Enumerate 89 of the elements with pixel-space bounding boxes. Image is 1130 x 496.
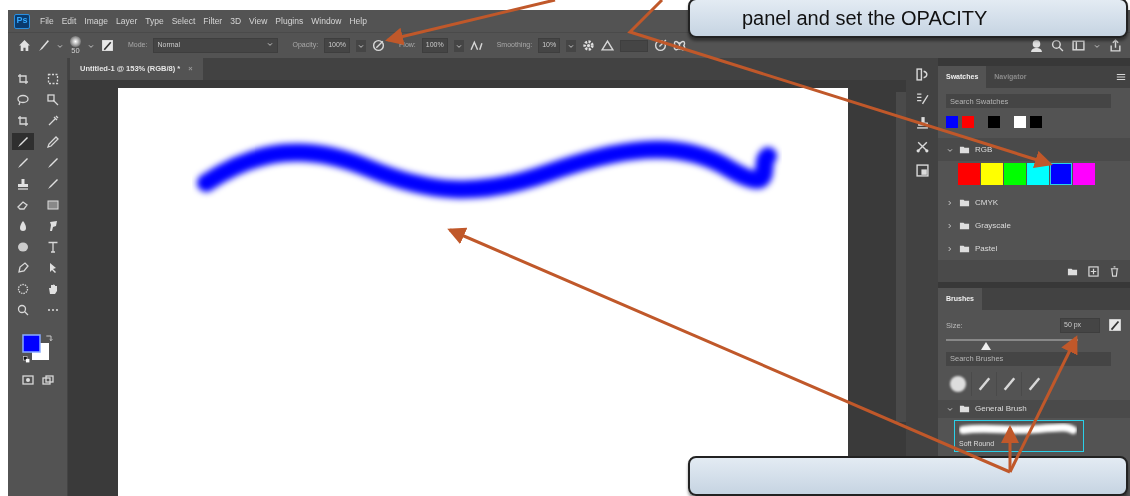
menu-item[interactable]: Layer	[112, 14, 142, 28]
new-swatch-icon[interactable]	[1088, 265, 1099, 277]
app-logo[interactable]: Ps	[14, 13, 30, 29]
menu-item[interactable]: Type	[141, 14, 168, 28]
canvas[interactable]	[118, 88, 849, 496]
settings-icon[interactable]	[582, 39, 596, 52]
folder-icon[interactable]	[959, 403, 970, 414]
color-swatch[interactable]	[1004, 163, 1026, 185]
color-swatch[interactable]	[958, 163, 980, 185]
chevron-right-icon[interactable]	[946, 221, 954, 230]
butterfly-icon[interactable]	[673, 39, 687, 52]
group-name: CMYK	[975, 196, 999, 209]
hand-icon[interactable]	[46, 282, 59, 295]
crop-icon[interactable]	[16, 114, 29, 127]
folder-icon[interactable]	[959, 220, 970, 231]
brush-settings-icon[interactable]	[915, 92, 929, 105]
menu-item[interactable]: Help	[345, 14, 371, 28]
angle-icon[interactable]	[601, 39, 615, 52]
angle-field[interactable]	[620, 39, 649, 52]
ellipse-icon[interactable]	[16, 282, 29, 295]
eyedropper-icon[interactable]	[46, 114, 59, 127]
type-icon[interactable]	[46, 240, 59, 253]
menu-item[interactable]: Window	[307, 14, 346, 28]
color-swatch[interactable]	[981, 163, 1003, 185]
folder-icon[interactable]	[959, 197, 970, 208]
brush-icon[interactable]	[16, 156, 29, 169]
export-icon[interactable]	[915, 164, 929, 177]
color-swatch[interactable]	[1014, 116, 1026, 128]
menu-item[interactable]: View	[245, 14, 272, 28]
panel-menu-icon[interactable]	[1116, 72, 1126, 82]
zoom-icon[interactable]	[16, 303, 29, 316]
brush-icon[interactable]	[46, 156, 59, 169]
group-name: RGB	[975, 143, 993, 156]
color-swatch[interactable]	[988, 116, 1000, 128]
scrollbar[interactable]	[896, 92, 906, 422]
chevron-right-icon[interactable]	[946, 244, 954, 253]
swap-icon[interactable]	[44, 334, 53, 342]
brush-panel-icon[interactable]	[101, 39, 114, 52]
search-icon[interactable]	[1051, 39, 1064, 52]
pressure-icon[interactable]	[654, 39, 668, 52]
menu-item[interactable]: File	[36, 14, 58, 28]
brush-panel-icon[interactable]	[1108, 318, 1122, 333]
callout-text: panel and set the OPACITY	[741, 6, 988, 31]
default-colors-icon[interactable]	[22, 356, 30, 363]
folder-icon[interactable]	[959, 144, 970, 155]
group-name: Pastel	[975, 242, 998, 255]
brush-icon[interactable]	[46, 177, 59, 190]
scissors-icon[interactable]	[915, 140, 929, 153]
brush-stroke-icon	[959, 422, 1077, 437]
menu-item[interactable]: Plugins	[271, 14, 308, 28]
chevron-right-icon[interactable]	[946, 198, 954, 207]
brush-icon[interactable]	[16, 135, 29, 148]
menu-item[interactable]: Image	[80, 14, 112, 28]
size-slider[interactable]	[946, 336, 1078, 349]
workspace-icon[interactable]	[1072, 39, 1085, 52]
folder-icon[interactable]	[959, 243, 970, 254]
history-icon[interactable]	[915, 68, 929, 81]
clone-source-icon[interactable]	[915, 116, 929, 129]
menu-item[interactable]: Filter	[199, 14, 227, 28]
color-squares-icon[interactable]	[21, 334, 50, 361]
lasso-icon[interactable]	[16, 93, 29, 106]
chevron-icon	[266, 40, 275, 49]
menu-item[interactable]: 3D	[226, 14, 246, 28]
marquee-icon[interactable]	[46, 72, 59, 85]
user-icon[interactable]	[1030, 39, 1043, 52]
group-name: Grayscale	[975, 219, 1011, 232]
menu-item[interactable]: Select	[167, 14, 200, 28]
color-swatch[interactable]	[946, 116, 958, 128]
pressure-icon[interactable]	[372, 39, 386, 52]
stamp-icon[interactable]	[16, 177, 29, 190]
brush-icon[interactable]	[37, 39, 50, 52]
menu-item[interactable]: Edit	[57, 14, 81, 28]
color-swatch[interactable]	[962, 116, 974, 128]
color-swatch[interactable]	[1030, 116, 1042, 128]
screen-mode-icon[interactable]	[41, 374, 54, 386]
pen-icon[interactable]	[16, 261, 29, 274]
wand-icon[interactable]	[46, 93, 59, 106]
quick-mask-icon[interactable]	[21, 374, 34, 386]
trash-icon[interactable]	[1109, 265, 1120, 277]
airbrush-icon[interactable]	[469, 39, 483, 52]
crop-icon[interactable]	[16, 72, 29, 85]
sponge-icon[interactable]	[16, 240, 29, 253]
gradient-icon[interactable]	[46, 198, 59, 211]
pencil-icon[interactable]	[46, 135, 59, 148]
share-icon[interactable]	[1109, 39, 1122, 52]
color-swatch[interactable]	[1050, 163, 1072, 185]
home-icon[interactable]	[18, 39, 31, 52]
color-swatch[interactable]	[1073, 163, 1095, 185]
folder-name: General Brush	[975, 402, 1027, 415]
